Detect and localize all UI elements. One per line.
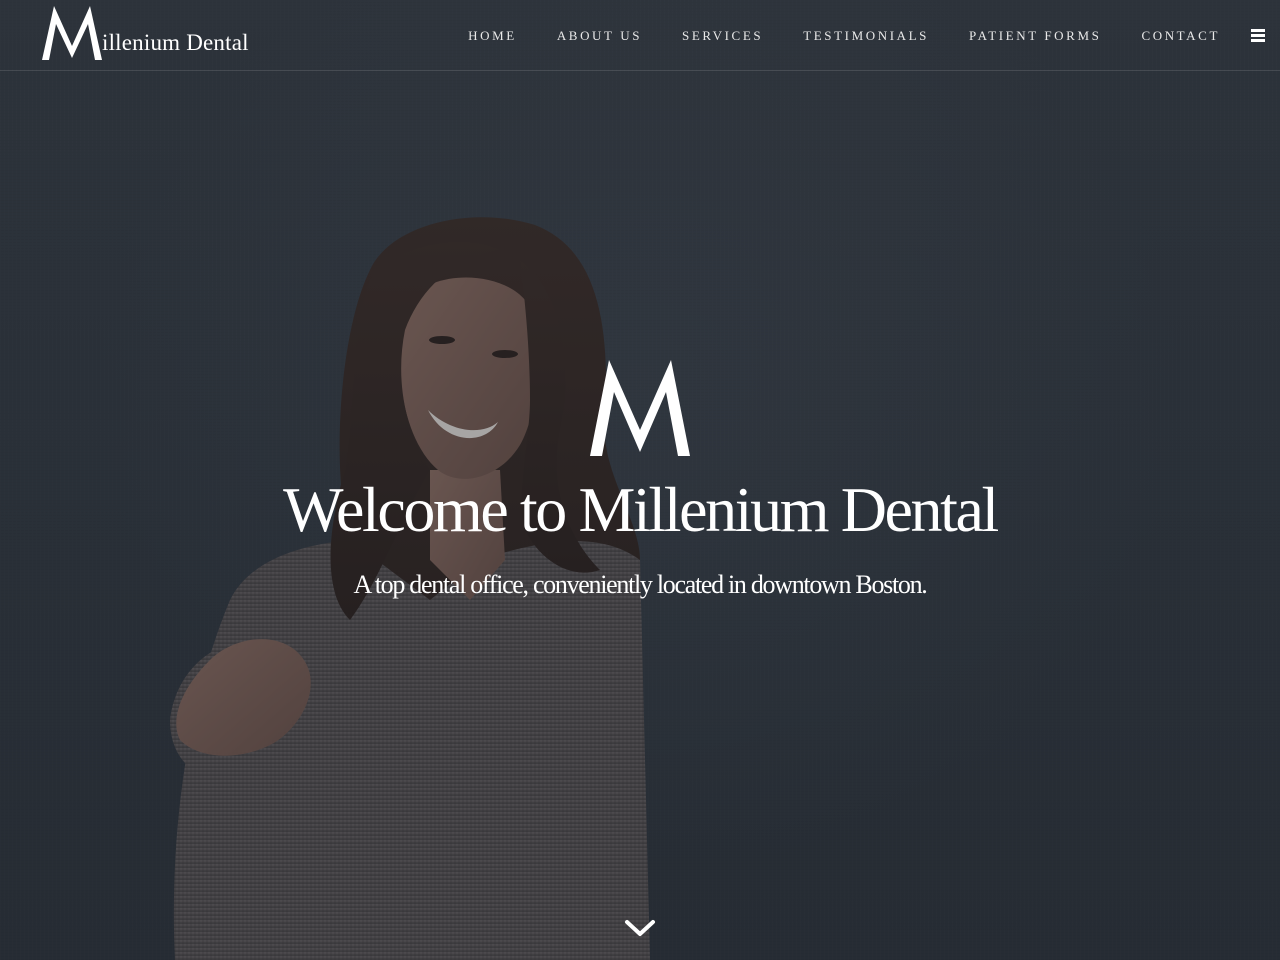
nav-contact[interactable]: CONTACT bbox=[1141, 28, 1220, 44]
nav-home[interactable]: HOME bbox=[468, 28, 517, 44]
main-nav: HOME ABOUT US SERVICES TESTIMONIALS PATI… bbox=[468, 0, 1220, 72]
nav-about-us[interactable]: ABOUT US bbox=[557, 28, 642, 44]
hero-m-logo-icon bbox=[590, 360, 690, 456]
nav-services[interactable]: SERVICES bbox=[682, 28, 763, 44]
chevron-down-icon[interactable] bbox=[624, 916, 656, 940]
hero-subtitle: A top dental office, conveniently locate… bbox=[353, 570, 928, 599]
hamburger-icon[interactable] bbox=[1251, 29, 1265, 42]
logo-m-mark bbox=[42, 6, 102, 60]
logo-text: illenium Dental bbox=[102, 30, 249, 55]
nav-testimonials[interactable]: TESTIMONIALS bbox=[803, 28, 929, 44]
nav-patient-forms[interactable]: PATIENT FORMS bbox=[969, 28, 1101, 44]
page: illenium Dental HOME ABOUT US SERVICES T… bbox=[0, 0, 1280, 960]
site-logo[interactable]: illenium Dental bbox=[40, 0, 249, 64]
site-header: illenium Dental HOME ABOUT US SERVICES T… bbox=[0, 0, 1280, 71]
hero-title: Welcome to Millenium Dental bbox=[283, 474, 999, 545]
hero-section: Welcome to Millenium Dental A top dental… bbox=[0, 352, 1280, 602]
